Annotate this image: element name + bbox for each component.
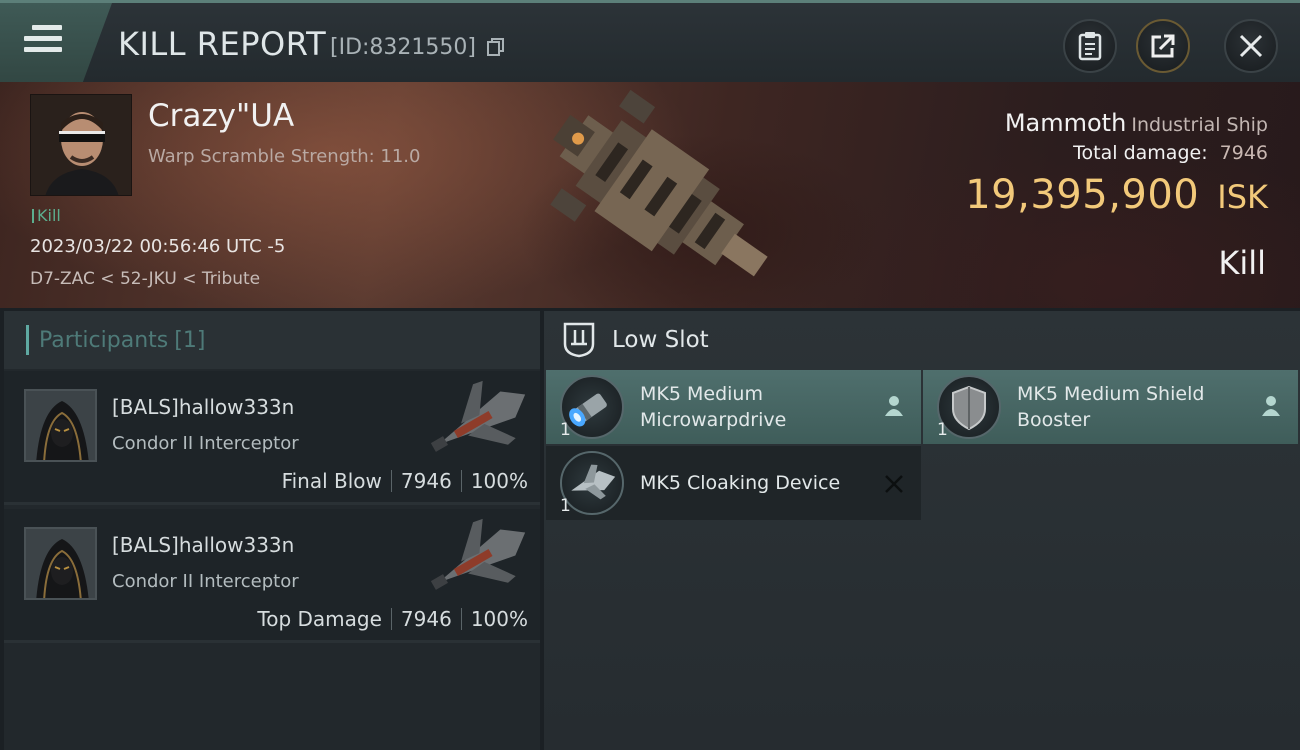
isk-row: 19,395,900 ISK xyxy=(965,172,1268,218)
participant-ship: Condor II Interceptor xyxy=(112,571,299,592)
module-item[interactable]: 1 MK5 Cloaking Device xyxy=(546,446,921,520)
module-quantity: 1 xyxy=(560,420,571,440)
total-damage-value: 7946 xyxy=(1219,142,1268,164)
victim-avatar[interactable] xyxy=(30,94,132,196)
menu-button[interactable] xyxy=(0,3,112,82)
ship-name: Mammoth xyxy=(1004,109,1127,137)
total-damage-label: Total damage: xyxy=(1073,142,1208,164)
kill-location: D7-ZAC < 52-JKU < Tribute xyxy=(30,269,261,289)
participant-role: Top Damage xyxy=(257,607,382,631)
module-name-line: MK5 Medium xyxy=(640,383,763,405)
participant-percent: 100% xyxy=(470,607,528,631)
module-name: MK5 Medium Shield Booster xyxy=(1017,381,1204,433)
participants-panel: Participants [1] [BALS]hallow333n Condor… xyxy=(4,311,540,750)
close-icon xyxy=(1239,34,1263,58)
total-damage-row: Total damage: 7946 xyxy=(1073,142,1268,164)
stat-divider xyxy=(460,470,462,492)
module-item[interactable]: 1 MK5 Medium Shield Booster xyxy=(923,370,1298,444)
stat-divider xyxy=(460,608,462,630)
participants-count: [1] xyxy=(174,327,206,353)
victim-portrait-image xyxy=(31,95,131,195)
participant-name: [BALS]hallow333n xyxy=(112,533,295,557)
participants-header: Participants [1] xyxy=(4,311,540,369)
participant-ship-image xyxy=(430,380,526,452)
window-header: KILL REPORT [ID:8321550] xyxy=(0,0,1300,82)
low-slot-panel: Low Slot 1 MK5 Medium Microwarpdrive 1 M… xyxy=(544,311,1300,750)
report-type: Kill xyxy=(1218,244,1266,282)
clipboard-icon xyxy=(1078,32,1102,61)
participant-ship-image xyxy=(430,518,526,590)
close-button[interactable] xyxy=(1224,19,1278,73)
participant-ship: Condor II Interceptor xyxy=(112,433,299,454)
stat-divider xyxy=(390,470,392,492)
module-name-line: Booster xyxy=(1017,409,1091,431)
isk-unit: ISK xyxy=(1217,178,1268,216)
participant-stats: Final Blow 7946 100% xyxy=(282,469,528,493)
kill-timestamp: 2023/03/22 00:56:46 UTC -5 xyxy=(30,236,286,257)
warp-scramble-strength: Warp Scramble Strength: 11.0 xyxy=(148,146,421,167)
participant-row[interactable]: [BALS]hallow333n Condor II Interceptor T… xyxy=(4,509,540,643)
menu-icon xyxy=(24,25,62,59)
destroyed-x-icon xyxy=(885,475,903,493)
module-item[interactable]: 1 MK5 Medium Microwarpdrive xyxy=(546,370,921,444)
isk-value: 19,395,900 xyxy=(965,172,1200,218)
low-slot-title: Low Slot xyxy=(612,327,709,353)
module-name-line: MK5 Cloaking Device xyxy=(640,472,841,494)
ship-class: Industrial Ship xyxy=(1131,114,1268,136)
participant-damage: 7946 xyxy=(400,469,452,493)
victim-name: Crazy"UA xyxy=(148,98,295,134)
share-button[interactable] xyxy=(1136,19,1190,73)
victim-banner: Crazy"UA Warp Scramble Strength: 11.0 Ki… xyxy=(0,82,1300,308)
page-title: KILL REPORT xyxy=(118,25,327,63)
participant-portrait-image xyxy=(26,391,95,460)
victim-ship-image xyxy=(550,89,768,277)
participant-percent: 100% xyxy=(470,469,528,493)
dropped-person-icon xyxy=(1262,396,1280,416)
section-accent-bar xyxy=(26,325,29,355)
kill-tag-label: Kill xyxy=(37,206,61,225)
copy-icon[interactable] xyxy=(487,38,505,57)
participant-row[interactable]: [BALS]hallow333n Condor II Interceptor F… xyxy=(4,371,540,505)
module-name: MK5 Cloaking Device xyxy=(640,470,840,496)
kill-tag: Kill xyxy=(32,206,61,225)
participant-stats: Top Damage 7946 100% xyxy=(257,607,528,631)
module-name-line: Microwarpdrive xyxy=(640,409,787,431)
low-slot-icon xyxy=(563,322,595,358)
clipboard-button[interactable] xyxy=(1063,19,1117,73)
share-icon xyxy=(1151,34,1175,58)
module-name: MK5 Medium Microwarpdrive xyxy=(640,381,786,433)
participants-title: Participants xyxy=(39,327,169,353)
ship-name-row: Mammoth Industrial Ship xyxy=(1005,109,1268,137)
participant-avatar[interactable] xyxy=(24,527,97,600)
module-quantity: 1 xyxy=(560,496,571,516)
stat-divider xyxy=(390,608,392,630)
kill-report-id: [ID:8321550] xyxy=(330,35,476,60)
module-name-line: MK5 Medium Shield xyxy=(1017,383,1205,405)
low-slot-header: Low Slot xyxy=(544,311,1300,369)
participant-name: [BALS]hallow333n xyxy=(112,395,295,419)
dropped-person-icon xyxy=(885,396,903,416)
module-quantity: 1 xyxy=(937,420,948,440)
participant-avatar[interactable] xyxy=(24,389,97,462)
participant-portrait-image xyxy=(26,529,95,598)
participant-role: Final Blow xyxy=(281,469,382,493)
participant-damage: 7946 xyxy=(400,607,452,631)
